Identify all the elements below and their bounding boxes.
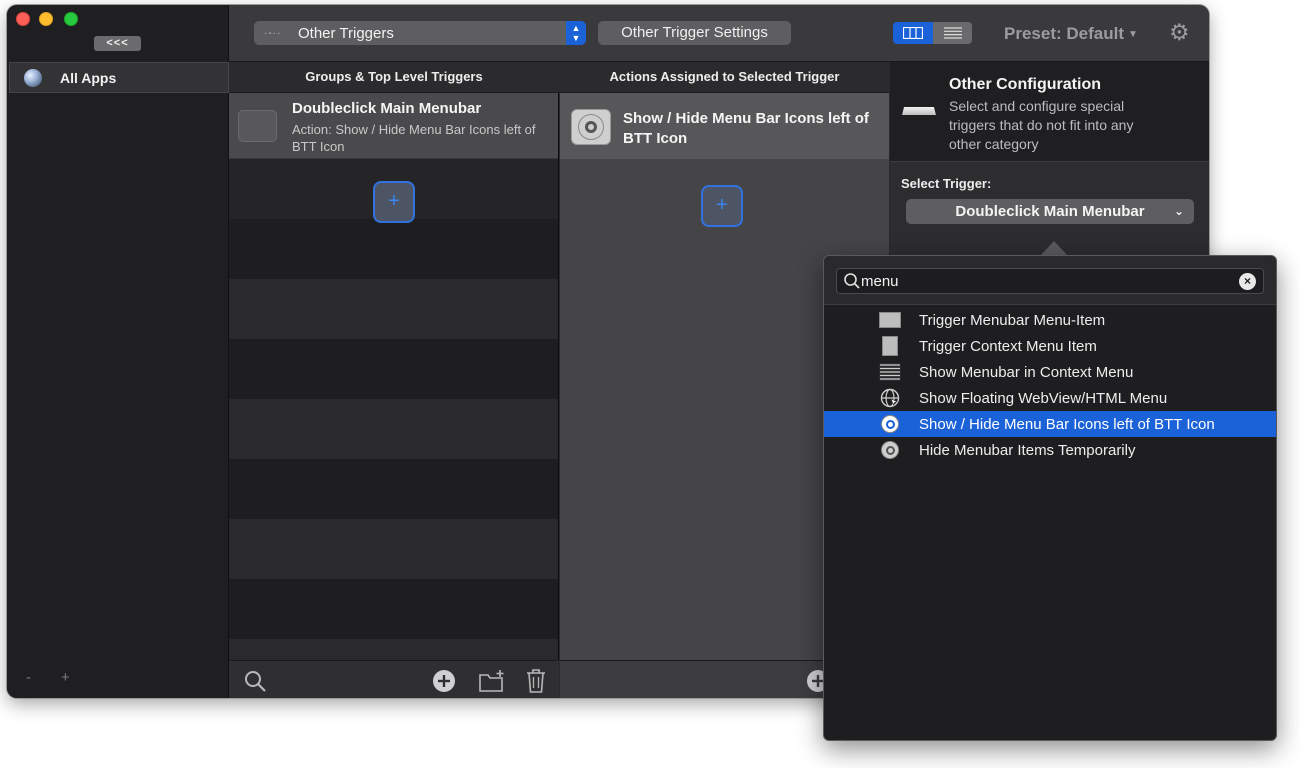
popover-search-area: × (824, 256, 1276, 305)
result-item[interactable]: Hide Menubar Items Temporarily (824, 437, 1276, 463)
list-stripe (229, 219, 558, 279)
trigger-thumbnail-icon (238, 110, 277, 142)
menu-lines-icon (879, 362, 901, 382)
other-trigger-settings-button[interactable]: Other Trigger Settings (598, 21, 791, 45)
trigger-row[interactable]: Doubleclick Main Menubar Action: Show / … (229, 93, 558, 159)
groups-bottom-bar (229, 660, 559, 698)
column-view-button[interactable] (893, 22, 933, 44)
add-circle-icon[interactable] (432, 669, 456, 693)
groups-header: Groups & Top Level Triggers (229, 62, 559, 93)
list-stripe (229, 519, 558, 579)
target-icon (879, 414, 901, 434)
result-item-selected[interactable]: Show / Hide Menu Bar Icons left of BTT I… (824, 411, 1276, 437)
result-item[interactable]: Show Floating WebView/HTML Menu (824, 385, 1276, 411)
list-stripe (229, 339, 558, 399)
popover-arrow (1040, 241, 1068, 256)
groups-column: Groups & Top Level Triggers Doubleclick … (229, 62, 559, 698)
select-trigger-popup[interactable]: Doubleclick Main Menubar ⌄ (906, 199, 1194, 224)
clear-search-icon[interactable]: × (1239, 273, 1256, 290)
action-title: Show / Hide Menu Bar Icons left of BTT I… (623, 110, 869, 147)
target-icon (879, 440, 901, 460)
select-trigger-label: Select Trigger: (901, 176, 992, 191)
view-mode-segmented-control (893, 22, 972, 44)
selected-trigger-value: Doubleclick Main Menubar (955, 203, 1145, 220)
close-window-button[interactable] (16, 12, 30, 26)
actions-header: Actions Assigned to Selected Trigger (560, 62, 889, 93)
popup-arrows-icon: ▲ ▼ (566, 21, 586, 45)
config-title: Other Configuration (949, 76, 1101, 93)
target-icon (571, 109, 611, 145)
add-trigger-button[interactable]: + (373, 181, 415, 223)
new-folder-icon[interactable] (478, 669, 506, 693)
trigger-type-icon: ·-·· (264, 27, 282, 39)
menubar-item-icon (879, 310, 901, 330)
result-label: Trigger Menubar Menu-Item (919, 312, 1106, 329)
list-stripe (229, 579, 558, 639)
search-icon[interactable] (243, 669, 267, 693)
collapse-sidebar-button[interactable]: <<< (94, 36, 141, 51)
chevron-down-icon: ⌄ (1173, 204, 1184, 218)
configuration-info: Other Configuration Select and configure… (890, 62, 1209, 162)
list-stripe (229, 399, 558, 459)
trigger-type-popup[interactable]: ·-·· Other Triggers ▲ ▼ (254, 21, 586, 45)
result-label: Show Menubar in Context Menu (919, 364, 1134, 381)
config-description: Select and configure special triggers th… (949, 98, 1134, 152)
list-stripe (229, 639, 558, 660)
context-menu-icon (879, 336, 901, 356)
trigger-type-label: Other Triggers (298, 24, 394, 42)
sidebar-item-all-apps[interactable]: All Apps (9, 62, 229, 93)
sidebar-item-label: All Apps (60, 69, 117, 86)
trigger-search-popover: × Trigger Menubar Menu-Item Trigger Cont… (823, 255, 1277, 741)
result-label: Trigger Context Menu Item (919, 338, 1097, 355)
columns-icon (903, 27, 923, 39)
minimize-window-button[interactable] (39, 12, 53, 26)
search-input[interactable] (861, 273, 1231, 290)
preset-selector[interactable]: Preset: Default ▼ (1004, 24, 1138, 44)
list-stripe (229, 459, 558, 519)
add-app-button[interactable]: + (61, 669, 70, 686)
search-icon (844, 273, 860, 289)
dropdown-arrow-icon: ▼ (1127, 29, 1138, 41)
list-icon (943, 27, 962, 39)
trigger-subtitle: Action: Show / Hide Menu Bar Icons left … (292, 122, 536, 154)
remove-app-button[interactable]: - (26, 669, 31, 686)
list-stripe (229, 279, 558, 339)
globe-icon (24, 68, 42, 87)
trash-icon[interactable] (526, 668, 546, 694)
gear-icon[interactable]: ⚙ (1169, 19, 1190, 46)
result-item[interactable]: Trigger Context Menu Item (824, 333, 1276, 359)
trigger-title: Doubleclick Main Menubar (292, 100, 482, 117)
result-label: Show Floating WebView/HTML Menu (919, 390, 1168, 407)
add-action-button[interactable]: + (701, 185, 743, 227)
result-label: Show / Hide Menu Bar Icons left of BTT I… (919, 416, 1215, 433)
list-view-button[interactable] (933, 22, 972, 44)
globe-cursor-icon (879, 388, 901, 408)
preset-label: Preset: Default (1004, 24, 1124, 43)
menubar-icon (902, 107, 936, 115)
app-sidebar: <<< All Apps - + (7, 5, 229, 698)
action-row[interactable]: Show / Hide Menu Bar Icons left of BTT I… (560, 93, 889, 159)
toolbar: ·-·· Other Triggers ▲ ▼ Other Trigger Set… (229, 5, 1209, 62)
search-field[interactable]: × (836, 268, 1264, 294)
result-label: Hide Menubar Items Temporarily (919, 442, 1136, 459)
result-item[interactable]: Trigger Menubar Menu-Item (824, 307, 1276, 333)
zoom-window-button[interactable] (64, 12, 78, 26)
result-item[interactable]: Show Menubar in Context Menu (824, 359, 1276, 385)
